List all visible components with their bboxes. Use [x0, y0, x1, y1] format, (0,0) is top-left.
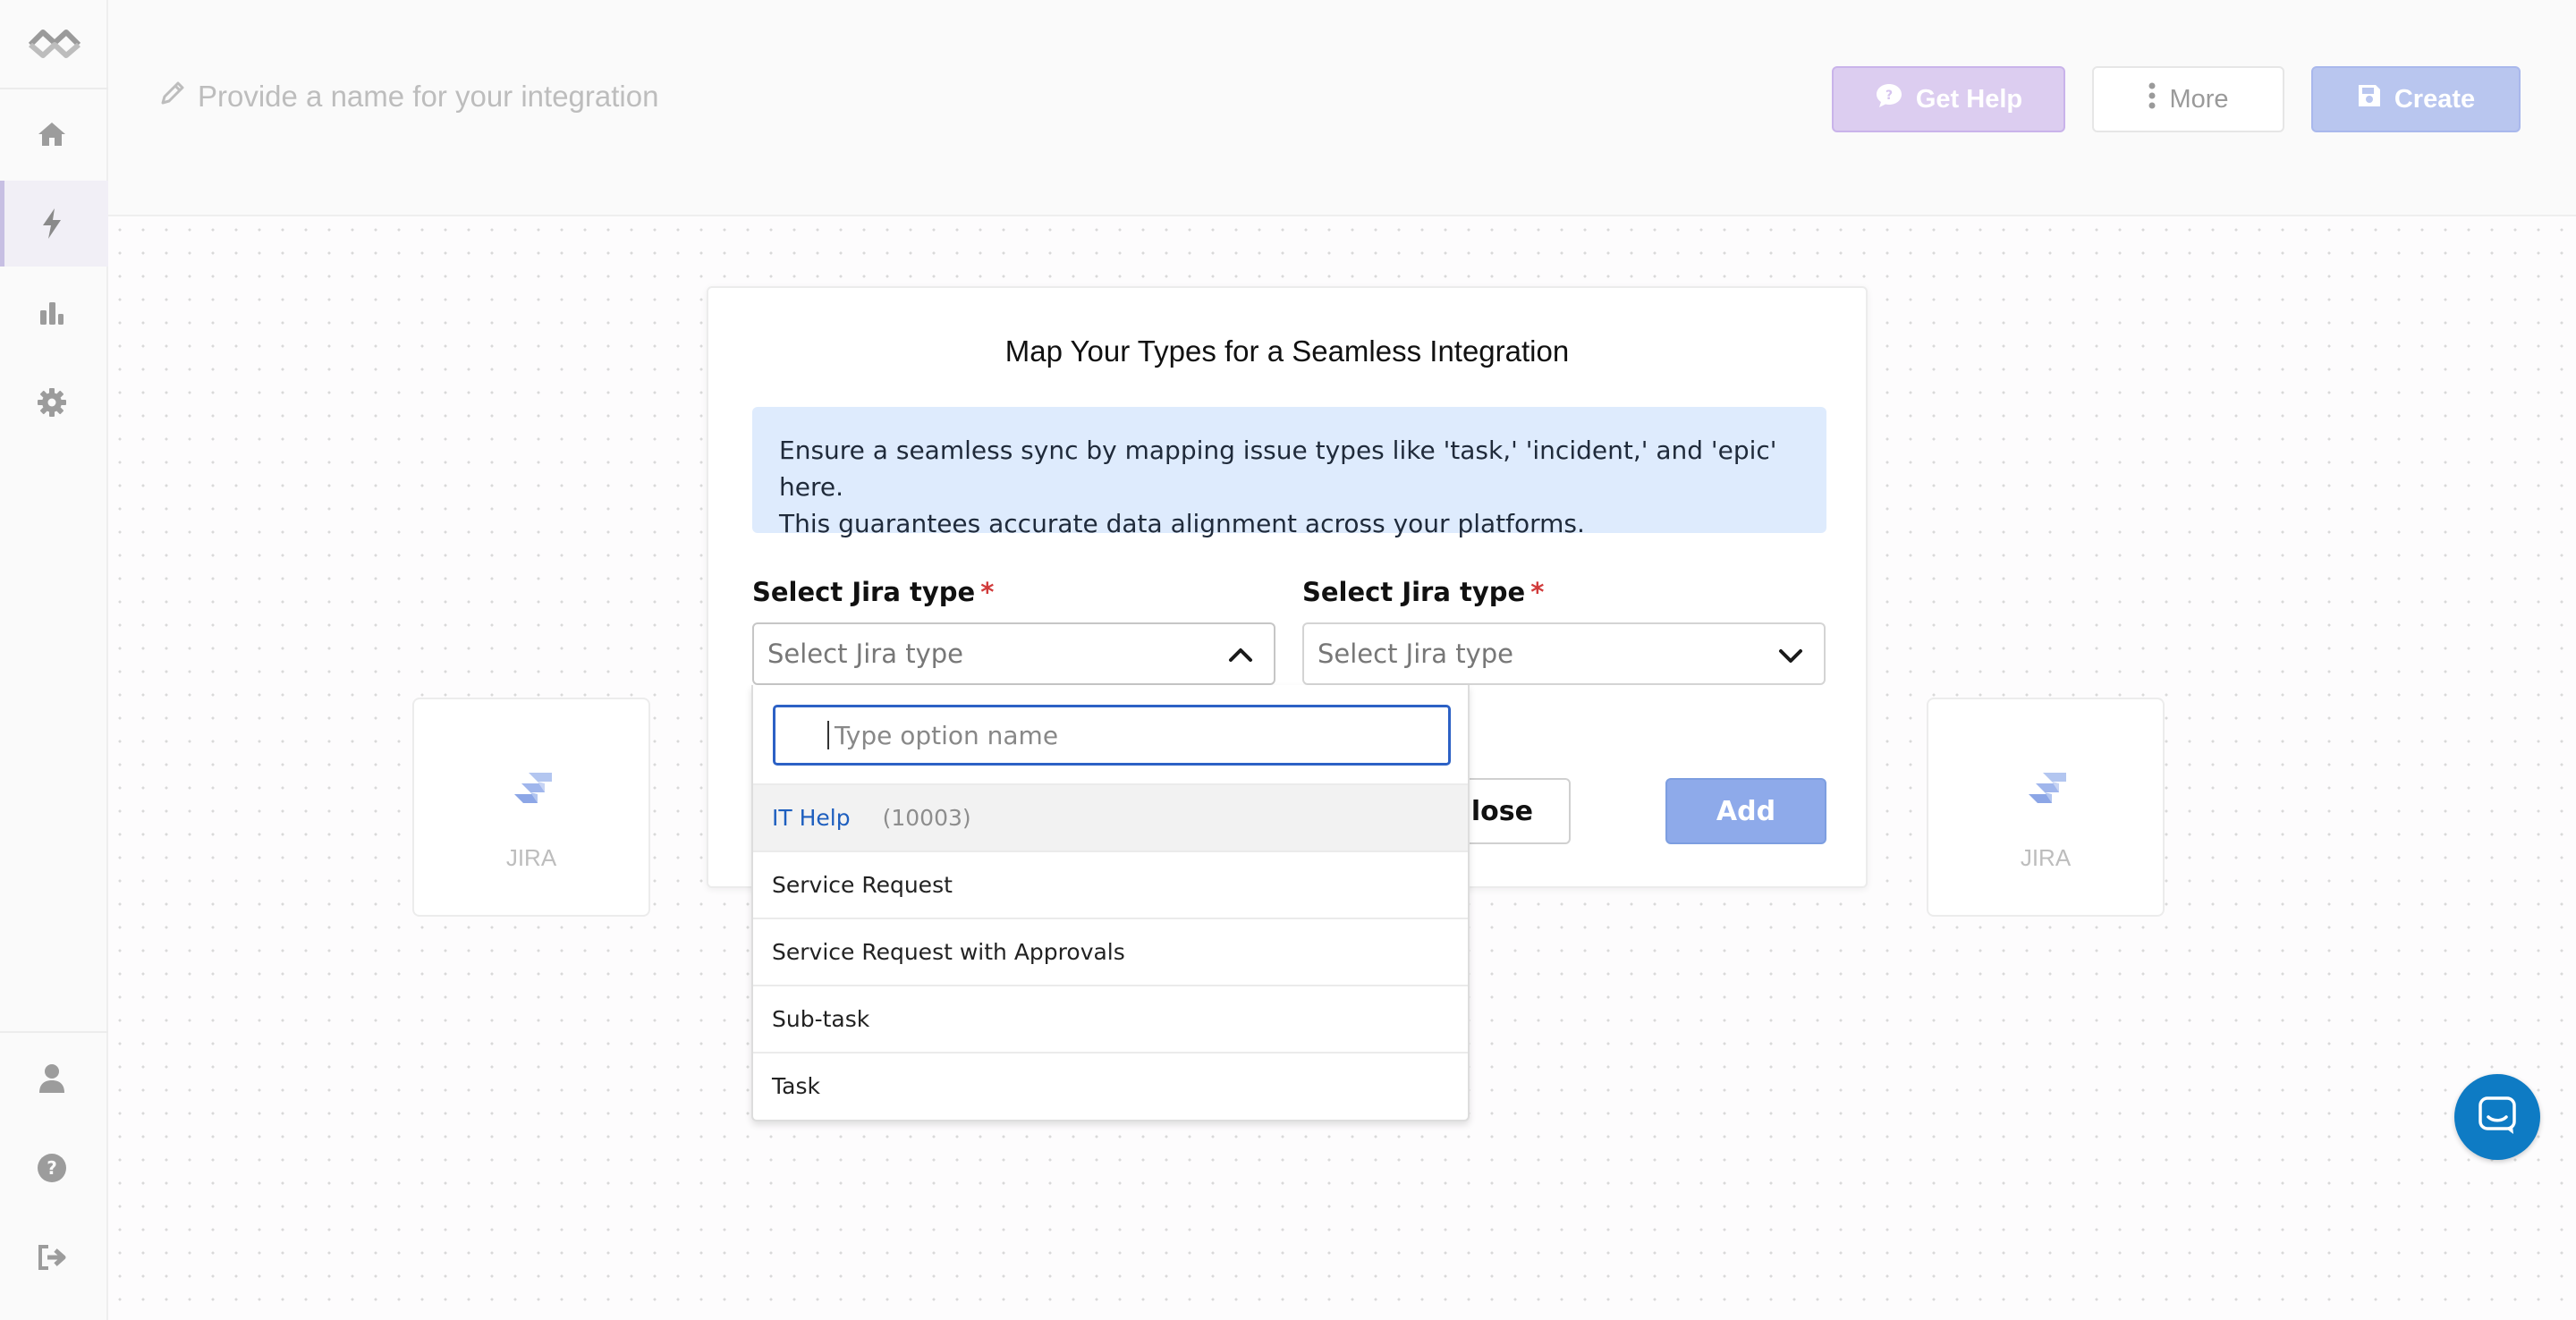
- get-help-label: Get Help: [1915, 84, 2023, 114]
- app-logo-icon[interactable]: [27, 25, 82, 63]
- dropdown-option-service-request[interactable]: Service Request: [753, 850, 1468, 918]
- gear-icon[interactable]: [34, 385, 70, 420]
- integration-name-field[interactable]: Provide a name for your integration: [158, 79, 658, 114]
- logout-icon[interactable]: [34, 1240, 70, 1275]
- info-line-2: This guarantees accurate data alignment …: [779, 509, 1585, 538]
- right-select-placeholder: Select Jira type: [1318, 639, 1513, 669]
- right-jira-type-select[interactable]: Select Jira type: [1302, 622, 1826, 685]
- modal-title: Map Your Types for a Seamless Integratio…: [1004, 334, 1570, 368]
- source-node-label: JIRA: [505, 844, 557, 871]
- option-label: Sub-task: [772, 1006, 870, 1032]
- dropdown-option-service-request-with-approvals[interactable]: Service Request with Approvals: [753, 918, 1468, 985]
- dropdown-option-task[interactable]: Task: [753, 1052, 1468, 1119]
- vertical-dots-icon: [2148, 81, 2157, 117]
- option-code: (10003): [882, 805, 971, 831]
- bar-chart-icon[interactable]: [34, 295, 70, 331]
- add-button[interactable]: Add: [1665, 778, 1826, 844]
- source-jira-node[interactable]: JIRA: [412, 698, 650, 917]
- destination-node-label: JIRA: [2020, 844, 2072, 871]
- jira-icon: [511, 771, 554, 814]
- right-field-label-text: Select Jira type: [1302, 577, 1526, 607]
- text-caret: [827, 721, 829, 749]
- required-marker: *: [980, 577, 995, 607]
- left-select-placeholder: Select Jira type: [767, 639, 963, 669]
- svg-text:?: ?: [47, 1157, 57, 1179]
- info-line-1: Ensure a seamless sync by mapping issue …: [779, 436, 1777, 502]
- get-help-button[interactable]: ? Get Help: [1832, 66, 2065, 132]
- help-icon[interactable]: ?: [34, 1150, 70, 1186]
- jira-type-dropdown: Type option name IT Help (10003) Service…: [751, 685, 1470, 1121]
- left-jira-type-select[interactable]: Select Jira type: [752, 622, 1275, 685]
- dropdown-option-sub-task[interactable]: Sub-task: [753, 985, 1468, 1052]
- integration-name-placeholder: Provide a name for your integration: [198, 80, 659, 113]
- create-button[interactable]: Create: [2311, 66, 2521, 132]
- chevron-up-icon: [1227, 642, 1254, 669]
- right-field-label: Select Jira type *: [1302, 577, 1544, 607]
- more-button[interactable]: More: [2092, 66, 2284, 132]
- create-label: Create: [2394, 84, 2476, 114]
- svg-text:?: ?: [1885, 89, 1893, 103]
- required-marker: *: [1530, 577, 1545, 607]
- sidebar-divider: [0, 88, 108, 89]
- user-icon[interactable]: [34, 1061, 70, 1096]
- chevron-down-icon: [1777, 642, 1804, 669]
- chat-icon: [2478, 1096, 2517, 1138]
- option-label: Service Request with Approvals: [772, 939, 1125, 965]
- pencil-icon: [158, 79, 187, 114]
- header-bar: Provide a name for your integration ? Ge…: [108, 0, 2576, 216]
- save-icon: [2357, 83, 2382, 115]
- more-label: More: [2169, 84, 2229, 114]
- option-label: Task: [772, 1073, 820, 1099]
- dropdown-option-it-help[interactable]: IT Help (10003): [753, 783, 1468, 850]
- destination-jira-node[interactable]: JIRA: [1927, 698, 2165, 917]
- option-search-placeholder: Type option name: [835, 720, 1059, 750]
- option-label: Service Request: [772, 872, 953, 898]
- left-field-label: Select Jira type *: [752, 577, 994, 607]
- chat-bubble-icon: ?: [1875, 82, 1903, 116]
- option-label: IT Help: [772, 805, 851, 831]
- left-field-label-text: Select Jira type: [752, 577, 976, 607]
- sidebar: ?: [0, 0, 108, 1320]
- info-banner: Ensure a seamless sync by mapping issue …: [752, 407, 1826, 538]
- home-icon[interactable]: [34, 116, 70, 152]
- bolt-icon[interactable]: [34, 206, 70, 241]
- chat-launcher-button[interactable]: [2454, 1074, 2540, 1160]
- sidebar-divider-bottom: [0, 1031, 108, 1033]
- option-search-input[interactable]: Type option name: [773, 705, 1451, 766]
- jira-icon: [2025, 771, 2068, 814]
